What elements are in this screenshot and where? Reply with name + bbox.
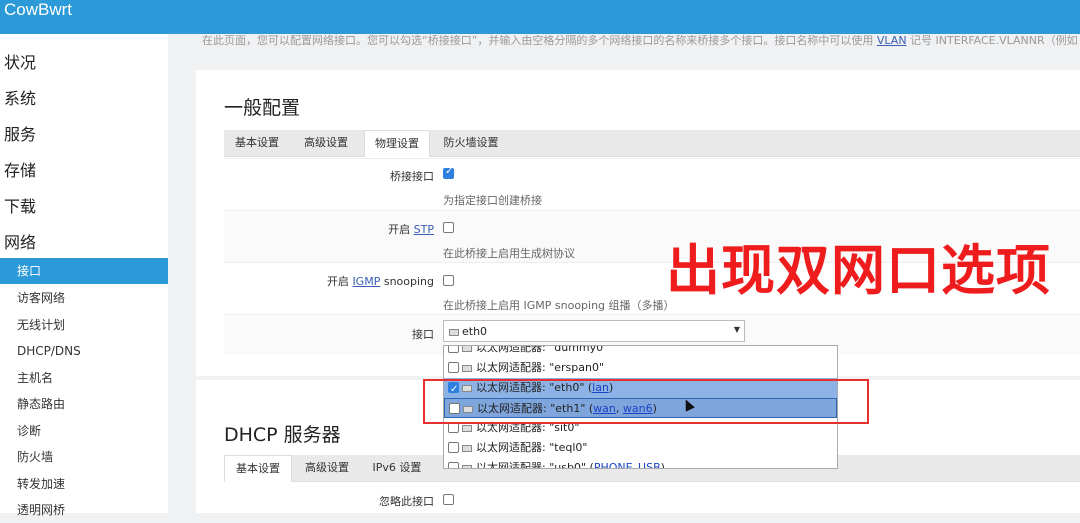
network-adapter-icon: [461, 442, 472, 452]
annotation-text: 出现双网口选项: [666, 239, 1051, 302]
tab-advanced[interactable]: 高级设置: [293, 130, 359, 156]
sidebar-sub-dhcp-dns[interactable]: DHCP/DNS: [0, 338, 168, 364]
stp-checkbox[interactable]: [443, 222, 454, 233]
hint-text-after: 记号 INTERFACE.VLANNR（例如: [906, 34, 1078, 47]
app-brand[interactable]: CowBwrt: [4, 0, 72, 20]
sidebar-sub-interfaces[interactable]: 接口: [0, 258, 168, 284]
stp-prefix: 开启: [388, 223, 414, 236]
sidebar-item-storage[interactable]: 存储: [4, 157, 36, 181]
igmp-desc: 在此桥接上启用 IGMP snooping 组播（多播）: [443, 299, 675, 312]
stp-desc: 在此桥接上启用生成树协议: [443, 247, 575, 260]
top-bar: CowBwrt: [0, 0, 1080, 34]
sidebar-item-services[interactable]: 服务: [4, 121, 36, 145]
igmp-prefix: 开启: [326, 275, 353, 288]
general-tabs: 基本设置 高级设置 物理设置 防火墙设置: [224, 130, 1080, 157]
section-title-dhcp: DHCP 服务器: [224, 424, 341, 446]
option-label: 以太网适配器: "dummy0": [476, 345, 609, 354]
igmp-checkbox[interactable]: [443, 275, 454, 286]
sidebar-sub-static-routes[interactable]: 静态路由: [0, 391, 168, 417]
option-text: 以太网适配器: "usb0": [476, 461, 587, 469]
bridge-checkbox[interactable]: [443, 166, 454, 179]
sidebar-sub-wireless-schedule[interactable]: 无线计划: [0, 312, 168, 338]
network-adapter-icon: [461, 346, 472, 352]
chevron-down-icon[interactable]: ▼: [734, 325, 740, 334]
sidebar-sub-forward-accel[interactable]: 转发加速: [0, 471, 168, 497]
vlan-link[interactable]: VLAN: [877, 34, 907, 47]
sidebar-item-system[interactable]: 系统: [4, 85, 36, 109]
tab-physical[interactable]: 物理设置: [364, 130, 430, 157]
sidebar-item-network[interactable]: 网络: [4, 229, 36, 253]
option-label: 以太网适配器: "erspan0": [476, 361, 605, 374]
option-label: 以太网适配器: "teql0": [476, 441, 588, 454]
option-checkbox[interactable]: [448, 462, 459, 468]
sidebar-sub-guest-network[interactable]: 访客网络: [0, 285, 168, 311]
tab-dhcp-advanced[interactable]: 高级设置: [294, 455, 360, 481]
tab-dhcp-basic[interactable]: 基本设置: [224, 455, 292, 482]
option-checkbox[interactable]: [448, 362, 459, 373]
sidebar-sub-hostnames[interactable]: 主机名: [0, 365, 168, 391]
igmp-label: 开启 IGMP snooping: [327, 273, 434, 289]
list-item[interactable]: 以太网适配器: "dummy0": [444, 345, 837, 358]
bridge-desc: 为指定接口创建桥接: [443, 194, 542, 207]
igmp-abbr: IGMP: [352, 275, 381, 288]
interface-label: 接口: [412, 328, 434, 341]
highlight-box: [423, 379, 869, 424]
bridge-row: [224, 158, 1080, 211]
bridge-label: 桥接接口: [390, 170, 434, 183]
tab-dhcp-ipv6[interactable]: IPv6 设置: [364, 455, 430, 481]
option-label: 以太网适配器: "usb0" (PHONE_USB): [476, 458, 665, 469]
stp-label: 开启 STP: [388, 221, 434, 237]
option-checkbox[interactable]: [448, 442, 459, 453]
section-title-general: 一般配置: [224, 97, 301, 119]
list-item[interactable]: 以太网适配器: "teql0": [444, 438, 837, 458]
igmp-suffix: snooping: [380, 275, 434, 288]
sidebar: 状况 系统 服务 存储 下载 网络 接口 访客网络 无线计划 DHCP/DNS …: [0, 34, 168, 517]
tab-basic[interactable]: 基本设置: [224, 130, 290, 156]
network-adapter-icon: [448, 326, 459, 336]
sidebar-sub-firewall[interactable]: 防火墙: [0, 444, 168, 470]
sidebar-item-download[interactable]: 下载: [4, 193, 36, 217]
ignore-iface-label: 忽略此接口: [379, 495, 434, 508]
sidebar-sub-transparent-bridge[interactable]: 透明网桥: [0, 497, 168, 523]
interface-select[interactable]: eth0 ▼: [443, 320, 745, 342]
sidebar-sub-diagnostics[interactable]: 诊断: [0, 418, 168, 444]
tab-firewall[interactable]: 防火墙设置: [436, 130, 506, 156]
network-link-phone-usb[interactable]: PHONE_USB: [594, 461, 661, 468]
ignore-iface-checkbox[interactable]: [443, 494, 454, 505]
list-item[interactable]: 以太网适配器: "usb0" (PHONE_USB): [444, 458, 837, 469]
stp-abbr: STP: [413, 223, 434, 236]
hint-text: 在此页面，您可以配置网络接口。您可以勾选“桥接接口”，并输入由空格分隔的多个网络…: [202, 34, 877, 47]
interface-select-value: eth0: [462, 325, 488, 338]
option-checkbox[interactable]: [448, 346, 459, 353]
network-adapter-icon: [461, 462, 472, 468]
network-adapter-icon: [461, 362, 472, 372]
sidebar-item-status[interactable]: 状况: [4, 49, 36, 73]
page-hint: 在此页面，您可以配置网络接口。您可以勾选“桥接接口”，并输入由空格分隔的多个网络…: [202, 32, 1078, 48]
list-item[interactable]: 以太网适配器: "erspan0": [444, 358, 837, 378]
